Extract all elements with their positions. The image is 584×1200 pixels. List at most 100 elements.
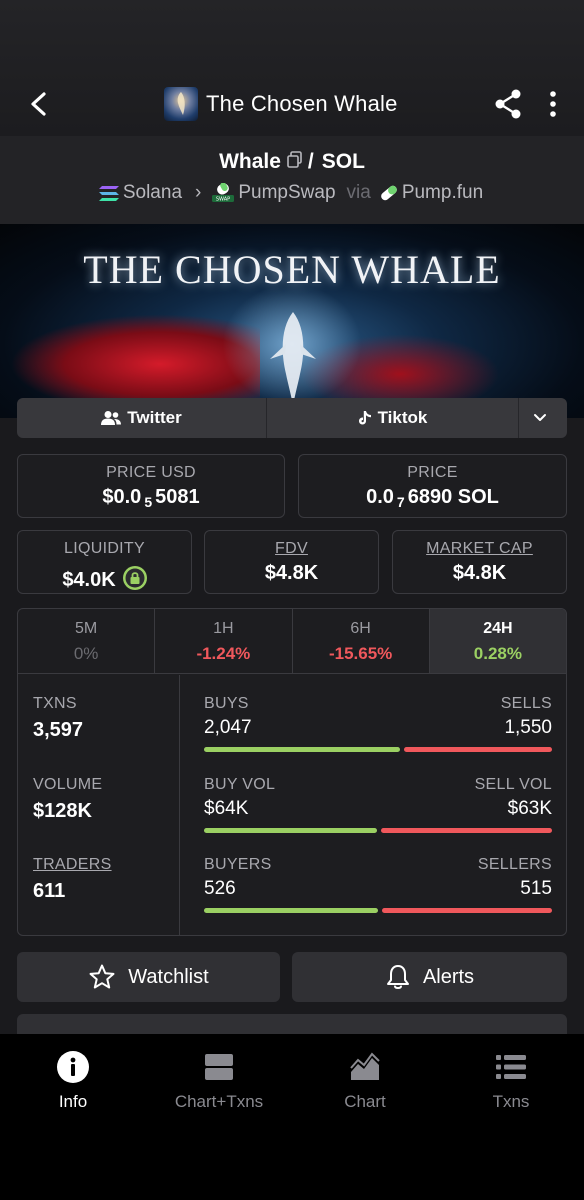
tab-24h[interactable]: 24H 0.28% xyxy=(429,609,566,673)
alerts-label: Alerts xyxy=(422,965,475,988)
traders-label: TRADERS xyxy=(33,856,112,873)
txns-value: 3,597 xyxy=(33,719,84,741)
sell-vol-value: $63K xyxy=(507,798,552,819)
buys-label: BUYS xyxy=(204,695,249,712)
traders-block[interactable]: TRADERS 611 xyxy=(33,856,112,903)
price-native-value: 0.0 7 6890 SOL xyxy=(299,486,566,510)
buy-vol-bar-fill xyxy=(204,828,377,833)
more-vertical-icon xyxy=(550,91,556,117)
twitter-button[interactable]: Twitter xyxy=(17,398,267,438)
back-arrow-icon xyxy=(31,92,46,116)
timeframe-tabs: 5M 0% 1H -1.24% 6H -15.65% 24H 0.28% xyxy=(18,609,566,674)
nav-chart[interactable]: Chart xyxy=(292,1034,438,1200)
watchlist-button[interactable]: Watchlist xyxy=(17,952,280,1002)
price-usd-digits: 5081 xyxy=(155,486,200,508)
buy-vol-value: $64K xyxy=(204,798,249,819)
lock-icon[interactable] xyxy=(122,566,147,590)
fdv-value: $4.8K xyxy=(264,562,319,584)
alerts-button[interactable]: Alerts xyxy=(292,952,567,1002)
price-usd-label: PRICE USD xyxy=(106,464,196,481)
token-banner-image: THE CHOSEN WHALE xyxy=(0,224,584,418)
solana-icon xyxy=(98,186,119,201)
price-native-label: PRICE xyxy=(407,464,458,481)
market-cap-value: $4.8K xyxy=(452,562,507,584)
tab-5m[interactable]: 5M 0% xyxy=(18,609,156,673)
price-usd-value: $0.0 5 5081 xyxy=(18,486,284,510)
tiktok-button[interactable]: Tiktok xyxy=(267,398,519,438)
buys-bar-fill xyxy=(204,747,400,752)
tab-1h[interactable]: 1H -1.24% xyxy=(155,609,293,673)
volume-ratio-bar xyxy=(204,828,552,833)
bottom-nav: Info Chart+Txns Chart Txns xyxy=(0,1034,584,1200)
tiktok-icon xyxy=(358,411,371,425)
traders-value: 611 xyxy=(33,880,66,902)
share-icon xyxy=(495,89,521,119)
share-button[interactable] xyxy=(494,88,522,120)
pair-separator: / xyxy=(307,150,314,173)
banner-title: THE CHOSEN WHALE xyxy=(83,247,501,292)
svg-text:SWAP: SWAP xyxy=(216,197,230,203)
pair-info: Whale / SOL Solana › SWAP PumpSwap via P… xyxy=(0,136,584,224)
buyers-sellers-row: BUYERS SELLERS 526 515 xyxy=(204,856,552,913)
market-cap-card[interactable]: MARKET CAP $4.8K xyxy=(392,530,567,594)
price-usd-card: PRICE USD $0.0 5 5081 xyxy=(17,454,285,518)
buys-value: 2,047 xyxy=(204,717,252,738)
chevron-right-icon: › xyxy=(195,182,202,203)
price-native-digits: 6890 SOL xyxy=(407,486,499,508)
price-usd-zero-count: 5 xyxy=(144,494,153,510)
buy-vol-label: BUY VOL xyxy=(204,776,276,793)
split-view-icon xyxy=(205,1054,233,1080)
tab-1h-change: -1.24% xyxy=(196,644,251,663)
nav-chart-txns[interactable]: Chart+Txns xyxy=(146,1034,292,1200)
nav-info[interactable]: Info xyxy=(0,1034,146,1200)
page-title: The Chosen Whale xyxy=(206,91,398,116)
copy-icon[interactable] xyxy=(287,150,302,174)
back-button[interactable] xyxy=(24,86,54,122)
sell-vol-label: SELL VOL xyxy=(474,776,552,793)
base-token-symbol: Whale xyxy=(219,150,281,173)
summary-column: TXNS 3,597 VOLUME $128K TRADERS 611 xyxy=(18,675,180,935)
tab-6h[interactable]: 6H -15.65% xyxy=(293,609,430,673)
tiktok-label: Tiktok xyxy=(377,408,428,427)
sellers-value: 515 xyxy=(520,878,552,899)
chain-line: Solana › SWAP PumpSwap via Pump.fun xyxy=(0,182,584,204)
volume-label: VOLUME xyxy=(33,776,103,793)
nav-txns-label: Txns xyxy=(492,1092,530,1111)
launchpad-name[interactable]: Pump.fun xyxy=(402,182,483,204)
liquidity-card: LIQUIDITY $4.0K xyxy=(17,530,192,594)
nav-info-label: Info xyxy=(58,1092,88,1111)
buyers-value: 526 xyxy=(204,878,236,899)
token-logo-icon xyxy=(164,87,198,121)
txns-label: TXNS xyxy=(33,695,77,712)
socials-bar: Twitter Tiktok xyxy=(17,398,567,438)
buys-sells-ratio-bar xyxy=(204,747,552,752)
watchlist-label: Watchlist xyxy=(128,965,209,988)
price-usd-prefix: $0.0 xyxy=(102,486,142,508)
top-header: The Chosen Whale xyxy=(0,0,584,136)
quote-token-symbol: SOL xyxy=(321,150,365,173)
chain-name[interactable]: Solana xyxy=(123,182,182,204)
txns-block: TXNS 3,597 xyxy=(33,695,83,742)
volume-block: VOLUME $128K xyxy=(33,776,102,823)
price-native-card: PRICE 0.0 7 6890 SOL xyxy=(298,454,567,518)
buyers-bar-fill xyxy=(204,908,378,913)
nav-txns[interactable]: Txns xyxy=(438,1034,584,1200)
fdv-card[interactable]: FDV $4.8K xyxy=(204,530,379,594)
pumpswap-icon: SWAP xyxy=(212,183,235,203)
token-title: The Chosen Whale xyxy=(164,86,398,122)
tab-6h-change: -15.65% xyxy=(328,644,393,663)
tab-24h-change: 0.28% xyxy=(473,644,522,663)
liquidity-label: LIQUIDITY xyxy=(64,540,145,557)
buyers-label: BUYERS xyxy=(204,856,272,873)
market-cap-label: MARKET CAP xyxy=(426,540,533,557)
volume-split-row: BUY VOL SELL VOL $64K $63K xyxy=(204,776,552,833)
tab-24h-label: 24H xyxy=(483,620,513,637)
tab-6h-label: 6H xyxy=(350,620,371,637)
price-native-zero-count: 7 xyxy=(396,494,405,510)
fdv-label: FDV xyxy=(275,540,308,557)
more-options-button[interactable] xyxy=(544,88,562,120)
sells-value: 1,550 xyxy=(504,717,552,738)
dex-name[interactable]: PumpSwap xyxy=(238,182,335,204)
liquidity-value-row: $4.0K xyxy=(18,562,191,592)
socials-dropdown-button[interactable] xyxy=(519,398,567,438)
